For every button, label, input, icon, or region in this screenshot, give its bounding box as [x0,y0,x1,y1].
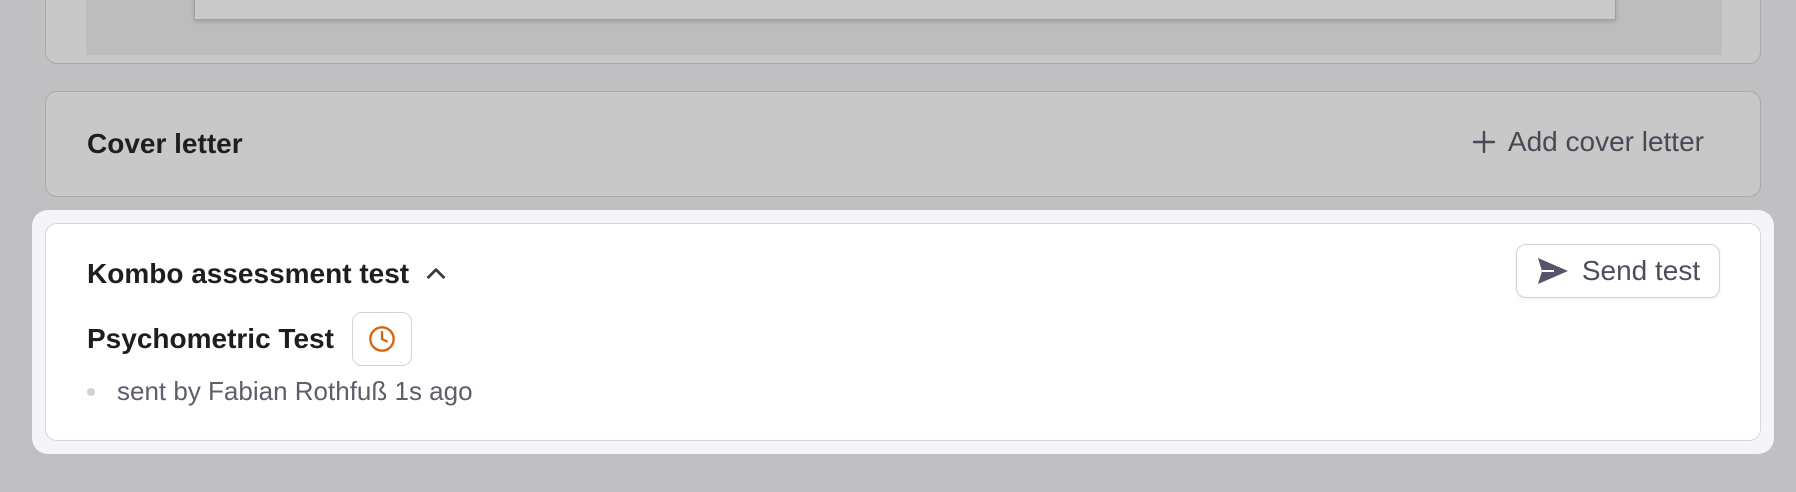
pending-status-badge[interactable] [351,312,412,366]
assessment-header: Kombo assessment test [87,258,449,290]
test-name: Psychometric Test [87,323,334,354]
add-cover-letter-label: Add cover letter [1507,126,1704,157]
send-test-label: Send test [1581,255,1701,286]
document-preview-area [86,0,1722,55]
test-item: Psychometric Test [87,312,412,366]
test-meta: sent by Fabian Rothfuß 1s ago [87,376,473,407]
previous-section-card [45,0,1761,64]
cover-letter-card: Cover letter Add cover letter [45,91,1761,197]
sent-by-text: sent by Fabian Rothfuß 1s ago [117,376,473,406]
assessment-title: Kombo assessment test [87,258,410,289]
paper-plane-icon [1537,258,1568,284]
bullet-icon [87,387,95,396]
document-preview-page [194,0,1616,20]
clock-icon [369,326,395,352]
assessment-test-card: Kombo assessment test Send test Psychome… [45,223,1761,441]
chevron-up-icon[interactable] [423,261,449,287]
plus-icon [1472,130,1496,154]
add-cover-letter-button[interactable]: Add cover letter [1472,126,1704,158]
send-test-button[interactable]: Send test [1516,244,1720,298]
cover-letter-title: Cover letter [87,128,243,159]
